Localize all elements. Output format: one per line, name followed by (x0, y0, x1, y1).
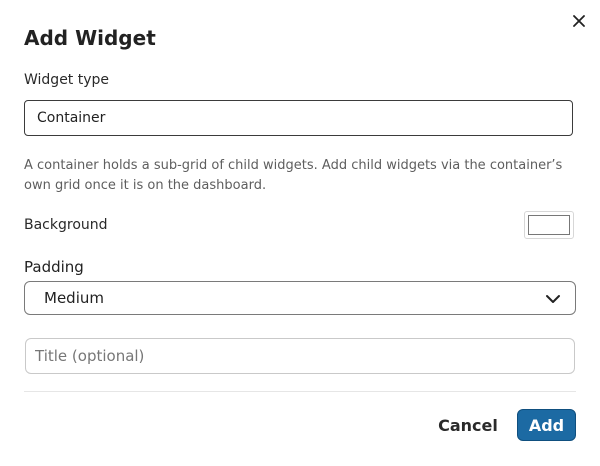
padding-select[interactable]: Medium (24, 281, 576, 315)
footer-divider (24, 391, 576, 392)
cancel-button[interactable]: Cancel (436, 410, 500, 440)
widget-type-field[interactable]: Container (24, 100, 573, 136)
container-help-text: A container holds a sub-grid of child wi… (24, 158, 563, 193)
background-label: Background (24, 217, 108, 233)
widget-type-label: Widget type (24, 72, 110, 88)
add-widget-dialog: Add Widget Widget type Container A conta… (0, 0, 600, 466)
padding-label: Padding (24, 258, 84, 276)
background-color-picker[interactable] (524, 211, 574, 239)
background-color-swatch (528, 215, 570, 235)
padding-selected-value: Medium (44, 289, 104, 307)
close-button[interactable] (570, 12, 588, 30)
dialog-title: Add Widget (24, 26, 156, 50)
chevron-down-icon (546, 295, 560, 303)
widget-type-value: Container (37, 110, 106, 126)
add-button[interactable]: Add (517, 409, 576, 441)
title-input[interactable] (25, 338, 575, 374)
close-icon (573, 15, 585, 27)
